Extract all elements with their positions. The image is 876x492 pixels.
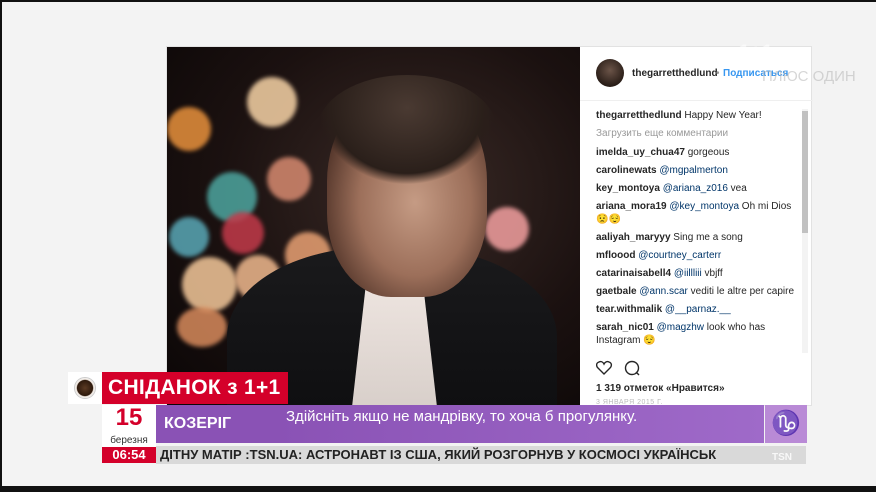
comment-text: vbjff bbox=[701, 268, 723, 279]
comment-item: aaliyah_maryyy Sing me a song bbox=[596, 231, 800, 244]
ticker-brand: TSN bbox=[772, 452, 792, 463]
comment-mention[interactable]: @magzhw bbox=[654, 322, 704, 333]
post-photo bbox=[167, 47, 580, 407]
horoscope-forecast: Здійсніть якщо не мандрівку, то хоча б п… bbox=[286, 408, 638, 425]
comment-username[interactable]: aaliyah_maryyy bbox=[596, 232, 671, 243]
comment-item: carolinewats @mgpalmerton bbox=[596, 164, 800, 177]
coffee-cup-icon bbox=[74, 377, 96, 399]
comment-item: mfloood @courtney_carterr bbox=[596, 249, 800, 262]
comment-username[interactable]: catarinaisabell4 bbox=[596, 268, 671, 279]
comment-username[interactable]: imelda_uy_chua47 bbox=[596, 147, 685, 158]
frame-border-left bbox=[0, 0, 2, 492]
frame-border-top bbox=[0, 0, 876, 2]
post-actions bbox=[595, 360, 656, 376]
comment-item: catarinaisabell4 @iillliii vbjff bbox=[596, 267, 800, 280]
instagram-post: thegarretthedlund • Подписаться thegarre… bbox=[166, 46, 813, 407]
bokeh-light bbox=[222, 212, 264, 254]
comment-username[interactable]: key_montoya bbox=[596, 183, 660, 194]
caption-text: Happy New Year! bbox=[681, 110, 762, 121]
post-sidebar: thegarretthedlund • Подписаться thegarre… bbox=[580, 47, 813, 407]
show-logo-box bbox=[68, 372, 102, 404]
comment-text: gorgeous bbox=[684, 147, 730, 158]
comment-item: imelda_uy_chua47 gorgeous bbox=[596, 146, 800, 159]
comment-username[interactable]: ariana_mora19 bbox=[596, 201, 667, 212]
comment-item: tear.withmalik @__parnaz.__ bbox=[596, 303, 800, 316]
comment-item: ariana_mora19 @key_montoya Oh mi Dios 😟😌 bbox=[596, 200, 800, 226]
load-more-comments[interactable]: Загрузить еще комментарии bbox=[596, 127, 800, 140]
bokeh-light bbox=[167, 107, 211, 151]
separator-dot: • bbox=[716, 68, 720, 79]
comment-mention[interactable]: @courtney_carterr bbox=[635, 250, 721, 261]
tv-broadcast-frame: thegarretthedlund • Подписаться thegarre… bbox=[0, 0, 876, 492]
comment-username[interactable]: carolinewats bbox=[596, 165, 657, 176]
person-hair bbox=[317, 75, 497, 185]
capricorn-icon: ♑ bbox=[771, 410, 801, 437]
comment-username[interactable]: gaetbale bbox=[596, 286, 637, 297]
comment-username[interactable]: tear.withmalik bbox=[596, 304, 662, 315]
comment-mention[interactable]: @mgpalmerton bbox=[657, 165, 728, 176]
comment-item: gaetbale @ann.scar vediti le altre per c… bbox=[596, 285, 800, 298]
comment-mention[interactable]: @ariana_z016 bbox=[660, 183, 728, 194]
news-ticker: ДІТНУ МАТІР :TSN.UA: АСТРОНАВТ ІЗ США, Я… bbox=[160, 447, 717, 462]
action-icons bbox=[595, 360, 640, 376]
comment-username[interactable]: sarah_nic01 bbox=[596, 322, 654, 333]
comments-list[interactable]: thegarretthedlund Happy New Year! Загрузи… bbox=[596, 109, 800, 353]
bokeh-light bbox=[169, 217, 209, 257]
comment-text: vea bbox=[727, 183, 747, 194]
comment-item: key_montoya @ariana_z016 vea bbox=[596, 182, 800, 195]
comment-text: Sing me a song bbox=[670, 232, 743, 243]
avatar[interactable] bbox=[596, 59, 624, 87]
bokeh-light bbox=[267, 157, 311, 201]
likes-count[interactable]: 1 319 отметок «Нравится» bbox=[596, 383, 725, 394]
bokeh-light bbox=[182, 257, 237, 312]
caption-username[interactable]: thegarretthedlund bbox=[596, 110, 682, 121]
date-month: березня bbox=[110, 435, 148, 446]
frame-border-bottom bbox=[0, 486, 876, 492]
comment-icon[interactable] bbox=[624, 360, 640, 376]
post-caption: thegarretthedlund Happy New Year! bbox=[596, 109, 800, 122]
comments-scrollbar-thumb[interactable] bbox=[802, 111, 808, 233]
post-username[interactable]: thegarretthedlund bbox=[632, 68, 718, 79]
comment-item: sarah_nic01 @magzhw look who has Instagr… bbox=[596, 321, 800, 347]
channel-watermark-text: ПЛЮС ОДИН bbox=[762, 68, 856, 85]
show-title: СНІДАНОК з 1+1 bbox=[108, 376, 281, 399]
comment-mention[interactable]: @ann.scar bbox=[637, 286, 688, 297]
heart-icon[interactable] bbox=[595, 360, 613, 375]
zodiac-sign-label: КОЗЕРІГ bbox=[164, 415, 232, 432]
channel-watermark-logo: 1+1 bbox=[738, 40, 773, 65]
bokeh-light bbox=[247, 77, 297, 127]
comment-username[interactable]: mfloood bbox=[596, 250, 635, 261]
bokeh-light bbox=[485, 207, 529, 251]
comment-mention[interactable]: @__parnaz.__ bbox=[662, 304, 731, 315]
comment-text: vediti le altre per capire bbox=[687, 286, 795, 297]
date-day: 15 bbox=[115, 404, 143, 431]
comment-mention[interactable]: @key_montoya bbox=[667, 201, 739, 212]
bokeh-light bbox=[177, 307, 227, 347]
broadcast-clock: 06:54 bbox=[112, 447, 146, 462]
comment-mention[interactable]: @iillliii bbox=[671, 268, 702, 279]
